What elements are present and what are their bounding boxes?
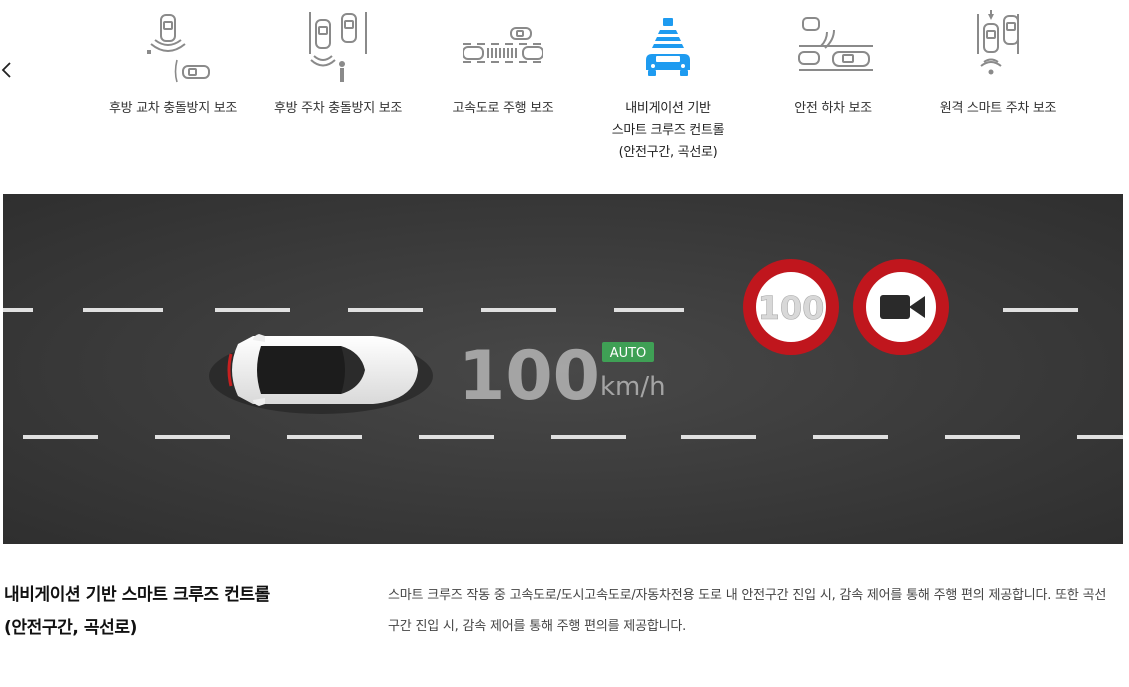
safe-exit-assist-icon: [798, 17, 873, 71]
previous-arrow-icon[interactable]: [0, 58, 16, 82]
remote-smart-parking-icon: [977, 10, 1019, 75]
tab-label: 내비게이션 기반 스마트 크루즈 컨트롤 (안전구간, 곡선로): [611, 101, 725, 160]
tab-label: 고속도로 주행 보조: [452, 101, 554, 116]
tab-safe-exit-assist[interactable]: 안전 하차 보조: [743, 0, 923, 175]
nav-smart-cruise-icon: [646, 18, 690, 76]
feature-title: 내비게이션 기반 스마트 크루즈 컨트롤 (안전구간, 곡선로): [4, 585, 270, 638]
speed-readout: 100: [458, 337, 600, 416]
speed-camera-sign: [853, 259, 949, 355]
tab-remote-smart-parking[interactable]: 원격 스마트 주차 보조: [908, 0, 1088, 175]
car: [209, 334, 433, 414]
highway-driving-assist-icon: [463, 27, 543, 63]
rear-parking-collision-icon: [309, 12, 367, 82]
tab-rear-cross-traffic[interactable]: 후방 교차 충돌방지 보조: [83, 0, 263, 175]
speed-unit: km/h: [600, 372, 666, 402]
speed-limit-value: 100: [758, 289, 825, 327]
speed-limit-sign: 100: [743, 259, 839, 355]
feature-description: 스마트 크루즈 작동 중 고속도로/도시고속도로/자동차전용 도로 내 안전구간…: [388, 588, 1107, 634]
tab-rear-parking-collision[interactable]: 후방 주차 충돌방지 보조: [248, 0, 428, 175]
rear-cross-traffic-icon: [147, 14, 210, 83]
tab-highway-driving-assist[interactable]: 고속도로 주행 보조: [413, 0, 593, 175]
tab-label: 원격 스마트 주차 보조: [939, 101, 1057, 116]
road-illustration: 100 AUTO km/h 100: [3, 194, 1123, 544]
auto-badge-label: AUTO: [610, 346, 647, 361]
tab-label: 후방 교차 충돌방지 보조: [108, 101, 238, 116]
lane-marking-bottom: [23, 435, 1123, 439]
tab-label: 후방 주차 충돌방지 보조: [273, 101, 403, 116]
feature-tab-list: 후방 교차 충돌방지 보조 후방 주차 충돌방지 보조 고속도로 주행 보조 내…: [90, 0, 1090, 175]
tab-nav-smart-cruise[interactable]: 내비게이션 기반 스마트 크루즈 컨트롤 (안전구간, 곡선로): [578, 0, 758, 175]
tab-label: 안전 하차 보조: [794, 101, 872, 116]
